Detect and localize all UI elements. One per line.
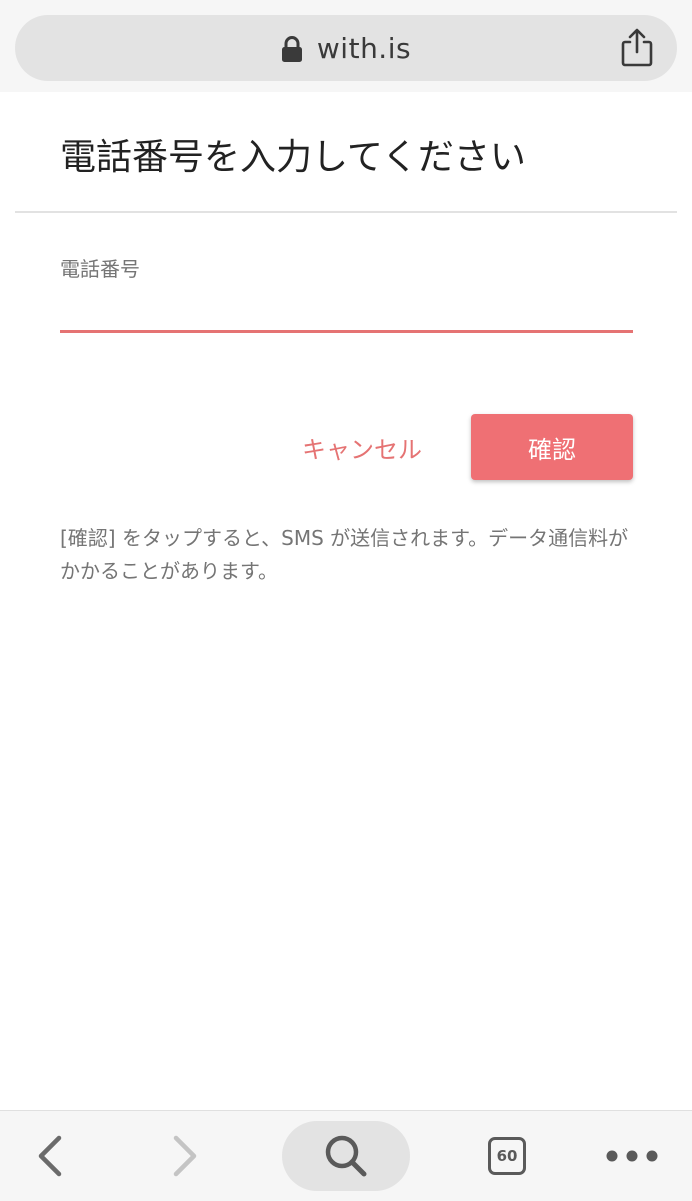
- forward-button[interactable]: [155, 1126, 215, 1186]
- page-title: 電話番号を入力してください: [60, 137, 526, 178]
- tabs-button[interactable]: 60: [477, 1126, 537, 1186]
- title-divider: [15, 211, 677, 213]
- more-button[interactable]: [600, 1126, 664, 1186]
- address-bar[interactable]: with.is: [15, 15, 677, 81]
- url-text: with.is: [316, 31, 412, 65]
- search-button[interactable]: [282, 1121, 410, 1191]
- tab-count: 60: [496, 1147, 518, 1165]
- more-dots-icon: [606, 1150, 658, 1162]
- chevron-right-icon: [173, 1135, 197, 1177]
- sms-notice-text: [確認] をタップすると、SMS が送信されます。データ通信料がかかることがあり…: [60, 526, 629, 583]
- address-content: with.is: [15, 15, 677, 81]
- cancel-button[interactable]: キャンセル: [282, 414, 442, 480]
- browser-bottom-toolbar: 60: [0, 1110, 692, 1201]
- browser-top-bar: with.is: [0, 0, 692, 92]
- tabs-icon: 60: [488, 1137, 526, 1175]
- confirm-button[interactable]: 確認: [471, 414, 633, 480]
- back-button[interactable]: [20, 1126, 80, 1186]
- phone-field-label: 電話番号: [60, 257, 140, 281]
- search-icon: [325, 1135, 367, 1177]
- share-icon[interactable]: [619, 28, 655, 68]
- lock-icon: [281, 36, 302, 62]
- phone-number-input[interactable]: [60, 294, 633, 333]
- chevron-left-icon: [38, 1135, 62, 1177]
